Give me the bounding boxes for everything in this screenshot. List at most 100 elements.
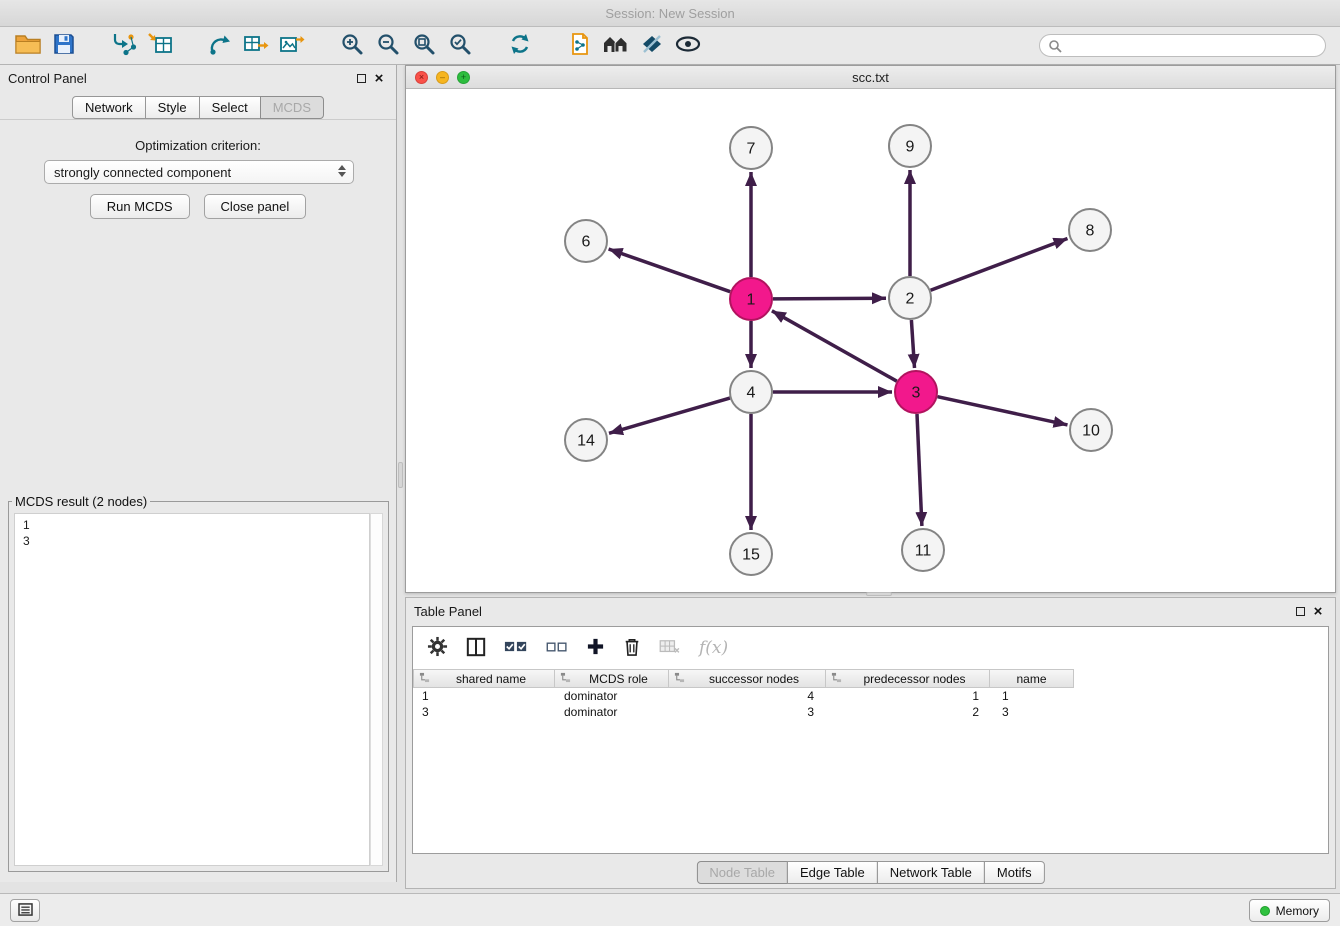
trash-icon xyxy=(623,637,641,660)
cell-shared-name[interactable]: 3 xyxy=(413,704,555,720)
tab-style[interactable]: Style xyxy=(145,96,200,119)
cell-mcds-role[interactable]: dominator xyxy=(555,704,670,720)
window-titlebar: Session: New Session xyxy=(0,0,1340,27)
control-panel-title: Control Panel xyxy=(8,71,87,86)
zoom-out-button[interactable] xyxy=(370,30,406,62)
graph-edge-2-8[interactable] xyxy=(931,239,1068,291)
apply-layout-button[interactable] xyxy=(502,30,538,62)
status-bar: Memory xyxy=(0,893,1340,926)
graph-node-label: 3 xyxy=(912,385,921,402)
cell-successor-nodes[interactable]: 3 xyxy=(670,704,828,720)
eye-icon xyxy=(675,35,701,56)
graph-edge-3-1[interactable] xyxy=(772,311,897,381)
close-icon: × xyxy=(1314,604,1323,619)
table-delete-icon xyxy=(659,639,681,658)
show-hide-details-button[interactable] xyxy=(670,30,706,62)
graph-edge-3-11[interactable] xyxy=(917,414,922,526)
run-mcds-button[interactable]: Run MCDS xyxy=(90,194,190,219)
mcds-result-item[interactable]: 1 xyxy=(15,517,369,533)
show-panels-button[interactable] xyxy=(10,899,40,922)
tab-mcds[interactable]: MCDS xyxy=(260,96,324,119)
network-document-button[interactable] xyxy=(562,30,598,62)
create-column-button[interactable] xyxy=(586,633,605,663)
table-toolbar: f(x) xyxy=(413,627,1328,669)
import-network-button[interactable] xyxy=(106,30,142,62)
fx-icon: f(x) xyxy=(699,638,728,658)
export-image-icon xyxy=(279,32,305,59)
network-window-title: scc.txt xyxy=(852,70,889,85)
search-input[interactable] xyxy=(1039,34,1326,57)
close-table-panel-button[interactable]: × xyxy=(1309,602,1327,620)
export-network-button[interactable] xyxy=(202,30,238,62)
tab-select[interactable]: Select xyxy=(199,96,261,119)
export-image-button[interactable] xyxy=(274,30,310,62)
mcds-result-item[interactable]: 3 xyxy=(15,533,369,549)
cell-name[interactable]: 3 xyxy=(993,704,1078,720)
application-window: Session: New Session xyxy=(0,0,1340,926)
delete-column-button[interactable] xyxy=(623,633,641,663)
close-control-panel-button[interactable]: × xyxy=(370,69,388,87)
column-header-successor-nodes[interactable]: successor nodes xyxy=(668,669,826,688)
refresh-icon xyxy=(508,32,532,59)
column-header-name[interactable]: name xyxy=(989,669,1074,688)
open-session-button[interactable] xyxy=(10,30,46,62)
graph-edge-1-6[interactable] xyxy=(609,249,731,292)
zoom-fit-icon xyxy=(412,32,436,59)
unchecked-boxes-icon xyxy=(546,641,568,656)
float-control-panel-button[interactable] xyxy=(352,69,370,87)
select-all-columns-button[interactable] xyxy=(504,633,528,663)
show-columns-button[interactable] xyxy=(466,633,486,663)
float-icon xyxy=(357,74,366,83)
memory-button[interactable]: Memory xyxy=(1249,899,1330,922)
cell-shared-name[interactable]: 1 xyxy=(413,688,555,704)
close-panel-button[interactable]: Close panel xyxy=(204,194,307,219)
column-header-predecessor-nodes[interactable]: predecessor nodes xyxy=(825,669,990,688)
column-header-mcds-role[interactable]: MCDS role xyxy=(554,669,669,688)
list-icon xyxy=(18,903,33,919)
export-table-button[interactable] xyxy=(238,30,274,62)
cell-predecessor-nodes[interactable]: 2 xyxy=(828,704,993,720)
deselect-all-columns-button[interactable] xyxy=(546,633,568,663)
tab-node-table[interactable]: Node Table xyxy=(696,861,788,884)
graph-edge-4-14[interactable] xyxy=(609,398,730,433)
checked-boxes-icon xyxy=(504,640,528,656)
graph-edge-2-3[interactable] xyxy=(911,320,914,368)
float-table-panel-button[interactable] xyxy=(1291,602,1309,620)
tab-network-table[interactable]: Network Table xyxy=(877,861,985,884)
graph-node-label: 1 xyxy=(747,292,756,309)
cell-successor-nodes[interactable]: 4 xyxy=(670,688,828,704)
cell-mcds-role[interactable]: dominator xyxy=(555,688,670,704)
graphics-details-button[interactable] xyxy=(634,30,670,62)
combobox-stepper-icon xyxy=(338,165,346,177)
zoom-window-button[interactable]: + xyxy=(457,71,470,84)
toggle-graphics-icon xyxy=(640,32,664,59)
cell-name[interactable]: 1 xyxy=(993,688,1078,704)
birdseye-view-button[interactable] xyxy=(598,30,634,62)
import-table-button[interactable] xyxy=(142,30,178,62)
minimize-window-button[interactable]: – xyxy=(436,71,449,84)
cell-predecessor-nodes[interactable]: 1 xyxy=(828,688,993,704)
zoom-selected-button[interactable] xyxy=(442,30,478,62)
tab-motifs[interactable]: Motifs xyxy=(984,861,1045,884)
column-header-shared-name[interactable]: shared name xyxy=(413,669,555,688)
mcds-result-group: MCDS result (2 nodes) 1 3 xyxy=(8,494,389,872)
table-row[interactable]: 3 dominator 3 2 3 xyxy=(413,704,1328,720)
criterion-combobox[interactable]: strongly connected component xyxy=(44,160,354,184)
network-canvas[interactable]: 7968124314101511 xyxy=(406,89,1335,592)
zoom-in-button[interactable] xyxy=(334,30,370,62)
result-scrollbar[interactable] xyxy=(370,513,383,866)
close-icon: × xyxy=(375,71,384,86)
zoom-fit-button[interactable] xyxy=(406,30,442,62)
vertical-splitter-handle[interactable] xyxy=(398,462,403,488)
save-session-button[interactable] xyxy=(46,30,82,62)
zoom-in-icon xyxy=(340,32,364,59)
horizontal-splitter-handle[interactable] xyxy=(866,592,892,596)
graph-edge-1-2[interactable] xyxy=(773,298,886,299)
tab-edge-table[interactable]: Edge Table xyxy=(787,861,878,884)
table-panel-tabs: Node Table Edge Table Network Table Moti… xyxy=(696,861,1044,884)
graph-edge-3-10[interactable] xyxy=(938,397,1068,425)
tab-network[interactable]: Network xyxy=(72,96,146,119)
table-settings-button[interactable] xyxy=(427,633,448,663)
close-window-button[interactable]: × xyxy=(415,71,428,84)
table-row[interactable]: 1 dominator 4 1 1 xyxy=(413,688,1328,704)
